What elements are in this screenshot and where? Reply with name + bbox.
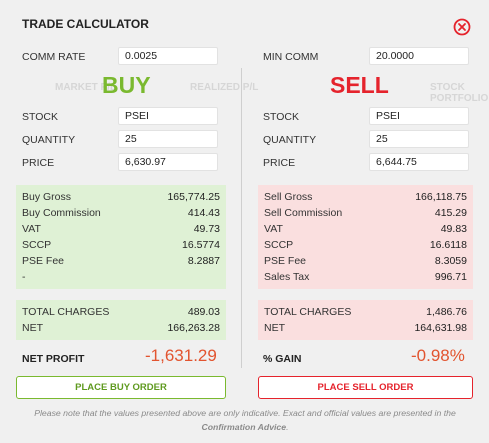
buy-price-label: PRICE (22, 157, 55, 169)
disclaimer-emphasis: Confirmation Advice (201, 422, 287, 432)
row-label: VAT (22, 223, 41, 235)
bg-header: REALIZED P/L (190, 82, 259, 93)
dialog-title: TRADE CALCULATOR (22, 17, 149, 31)
close-icon[interactable] (453, 18, 471, 36)
column-divider (241, 68, 242, 368)
row-value: 996.71 (434, 271, 467, 283)
row-label: SCCP (264, 239, 294, 251)
sell-quantity-label: QUANTITY (263, 134, 317, 146)
row-value: 415.29 (434, 207, 467, 219)
place-sell-order-button[interactable]: PLACE SELL ORDER (258, 376, 473, 399)
row-value: 166,118.75 (415, 191, 467, 203)
sell-breakdown-row: Sell Commission 415.29 (264, 205, 467, 221)
row-value: 165,774.25 (167, 191, 220, 203)
sell-stock-input[interactable]: PSEI (369, 107, 469, 125)
row-label: NET (22, 322, 43, 334)
min-comm-label: MIN COMM (263, 51, 319, 63)
row-label: Sales Tax (264, 271, 310, 283)
buy-breakdown-panel: Buy Gross 165,774.25 Buy Commission 414.43… (16, 185, 226, 289)
buy-breakdown-row: VAT 49.73 (22, 221, 220, 237)
gain-label: % GAIN (263, 353, 302, 365)
buy-breakdown-row: Buy Commission 414.43 (22, 205, 220, 221)
row-value: 16.6118 (429, 239, 467, 251)
sell-breakdown-row: VAT 49.83 (264, 221, 467, 237)
disclaimer-end: . (286, 422, 289, 432)
buy-breakdown-row: SCCP 16.5774 (22, 237, 220, 253)
sell-price-label: PRICE (263, 157, 296, 169)
disclaimer: Please note that the values presented ab… (20, 406, 470, 434)
row-label: VAT (264, 223, 283, 235)
net-profit-value: -1,631.29 (145, 346, 217, 365)
buy-stock-label: STOCK (22, 111, 58, 123)
buy-stock-input[interactable]: PSEI (118, 107, 218, 125)
sell-quantity-input[interactable]: 25 (369, 130, 469, 148)
row-value: 8.3059 (434, 255, 467, 267)
sell-breakdown-row: SCCP 16.6118 (264, 237, 467, 253)
buy-totals-panel: TOTAL CHARGES 489.03 NET 166,263.28 (16, 300, 226, 340)
row-label: Buy Commission (22, 207, 101, 219)
buy-total-row: TOTAL CHARGES 489.03 (22, 304, 220, 320)
buy-breakdown-row: - (22, 269, 220, 285)
buy-heading: BUY (102, 72, 151, 98)
row-label: TOTAL CHARGES (22, 306, 110, 318)
place-buy-order-button[interactable]: PLACE BUY ORDER (16, 376, 226, 399)
row-value: 8.2887 (187, 255, 220, 267)
sell-price-input[interactable]: 6,644.75 (369, 153, 469, 171)
sell-heading: SELL (330, 72, 389, 98)
buy-price-input[interactable]: 6,630.97 (118, 153, 218, 171)
disclaimer-text: Please note that the values presented ab… (34, 408, 456, 418)
row-label: Sell Gross (264, 191, 313, 203)
row-label: Sell Commission (264, 207, 343, 219)
row-label: SCCP (22, 239, 52, 251)
sell-total-row: NET 164,631.98 (264, 320, 467, 336)
buy-breakdown-row: PSE Fee 8.2887 (22, 253, 220, 269)
buy-quantity-label: QUANTITY (22, 134, 76, 146)
trade-calculator-dialog: MARKET P/L REALIZED P/L STOCK PORTFOLIO … (0, 0, 489, 443)
row-value: 49.83 (440, 223, 467, 235)
sell-total-row: TOTAL CHARGES 1,486.76 (264, 304, 467, 320)
row-value: 164,631.98 (414, 322, 467, 334)
buy-total-row: NET 166,263.28 (22, 320, 220, 336)
row-value: 489.03 (187, 306, 220, 318)
bg-header: STOCK PORTFOLIO (430, 82, 489, 104)
sell-stock-label: STOCK (263, 111, 299, 123)
sell-totals-panel: TOTAL CHARGES 1,486.76 NET 164,631.98 (258, 300, 473, 340)
row-value: 414.43 (187, 207, 220, 219)
row-value: 1,486.76 (426, 306, 467, 318)
row-value: 166,263.28 (167, 322, 220, 334)
comm-rate-label: COMM RATE (22, 51, 86, 63)
sell-breakdown-row: Sell Gross 166,118.75 (264, 189, 467, 205)
sell-breakdown-row: Sales Tax 996.71 (264, 269, 467, 285)
buy-quantity-input[interactable]: 25 (118, 130, 218, 148)
net-profit-label: NET PROFIT (22, 353, 85, 365)
row-label: PSE Fee (264, 255, 307, 267)
row-label: - (22, 271, 26, 283)
row-value: 16.5774 (182, 239, 220, 251)
row-label: Buy Gross (22, 191, 72, 203)
min-comm-input[interactable]: 20.0000 (369, 47, 469, 65)
row-label: TOTAL CHARGES (264, 306, 352, 318)
comm-rate-input[interactable]: 0.0025 (118, 47, 218, 65)
row-label: PSE Fee (22, 255, 65, 267)
row-label: NET (264, 322, 285, 334)
sell-breakdown-row: PSE Fee 8.3059 (264, 253, 467, 269)
buy-breakdown-row: Buy Gross 165,774.25 (22, 189, 220, 205)
sell-breakdown-panel: Sell Gross 166,118.75 Sell Commission 415.… (258, 185, 473, 289)
gain-value: -0.98% (411, 346, 465, 365)
row-value: 49.73 (193, 223, 220, 235)
